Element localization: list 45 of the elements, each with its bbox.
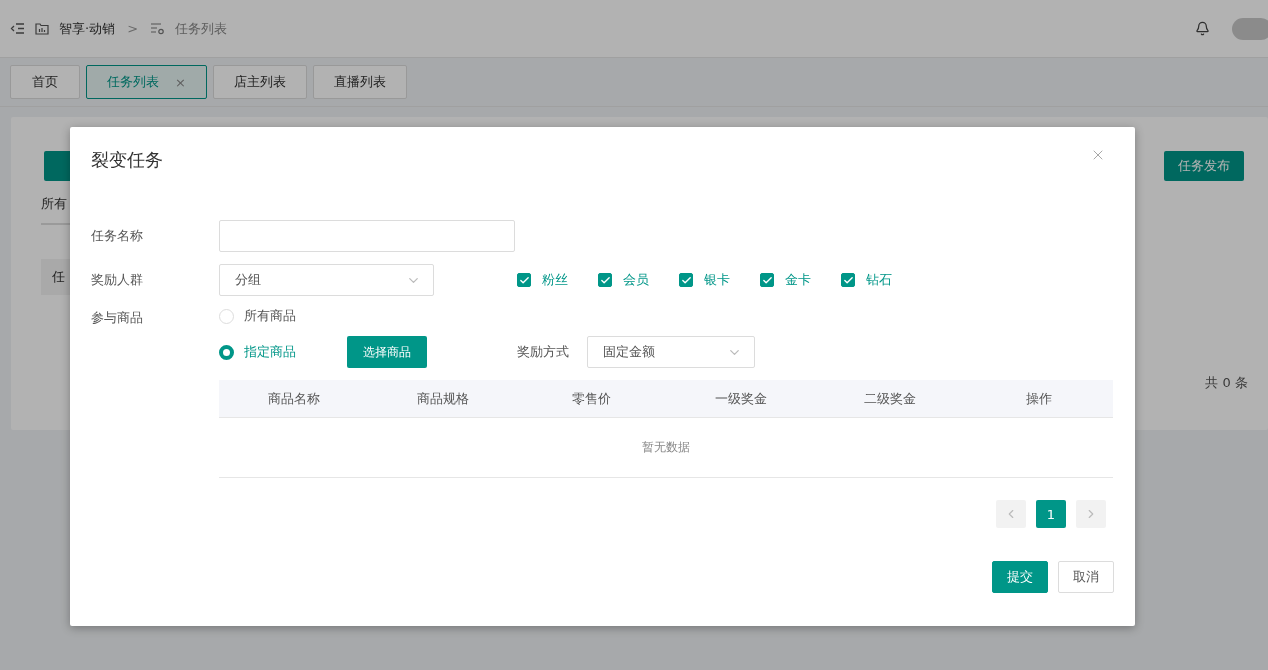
field-label: 奖励方式	[517, 343, 569, 361]
breadcrumb-separator: >	[127, 21, 139, 36]
cancel-button[interactable]: 取消	[1058, 561, 1114, 593]
column-header: 商品规格	[415, 389, 470, 408]
column-header: 操作	[1024, 389, 1053, 408]
notification-bell-icon[interactable]	[1195, 21, 1210, 36]
tab-close-button[interactable]: ×	[175, 74, 186, 90]
group-select[interactable]: 分组	[219, 264, 434, 296]
list-settings-icon	[150, 22, 166, 35]
page-tab[interactable]: 店主列表	[213, 65, 307, 99]
breadcrumb-link[interactable]: 智享·动销	[59, 19, 116, 38]
check-icon	[599, 274, 611, 286]
check-icon	[518, 274, 530, 286]
member-checkbox[interactable]: 会员	[598, 271, 649, 289]
column-header: 零售价	[571, 389, 612, 408]
page-number-button[interactable]: 1	[1036, 500, 1066, 528]
product-radio[interactable]: 指定商品	[219, 343, 347, 361]
column-header: 二级奖金	[862, 389, 917, 408]
dialog-title: 裂变任务	[91, 148, 163, 172]
select-products-button[interactable]: 选择商品	[347, 336, 427, 368]
column-header: 一级奖金	[713, 389, 768, 408]
menu-collapse-icon[interactable]	[10, 22, 25, 35]
page-tab[interactable]: 直播列表	[313, 65, 407, 99]
reward-type-select[interactable]: 固定金额	[587, 336, 755, 368]
field-label: 任务名称	[91, 227, 144, 245]
page-tab[interactable]: 任务列表 ×	[86, 65, 207, 99]
member-checkbox[interactable]: 粉丝	[517, 271, 568, 289]
member-checkbox[interactable]: 金卡	[760, 271, 811, 289]
column-header: 商品名称	[266, 389, 321, 408]
product-radio[interactable]: 所有商品	[219, 307, 347, 325]
avatar-placeholder[interactable]	[1232, 17, 1268, 40]
total-count: 共 0 条	[1205, 374, 1248, 392]
check-icon	[680, 274, 692, 286]
member-checkbox[interactable]: 钻石	[841, 271, 892, 289]
folder-chart-icon	[35, 21, 49, 36]
breadcrumb-link[interactable]: 任务列表	[175, 19, 228, 38]
check-icon	[842, 274, 854, 286]
field-label: 参与商品	[91, 309, 144, 327]
empty-message: 暂无数据	[642, 439, 690, 456]
submit-button[interactable]: 提交	[992, 561, 1048, 593]
publish-task-button[interactable]: 任务发布	[1164, 151, 1244, 181]
task-name-input[interactable]	[219, 220, 515, 252]
check-icon	[761, 274, 773, 286]
page-tab[interactable]: 首页	[10, 65, 80, 99]
member-checkbox[interactable]: 银卡	[679, 271, 730, 289]
